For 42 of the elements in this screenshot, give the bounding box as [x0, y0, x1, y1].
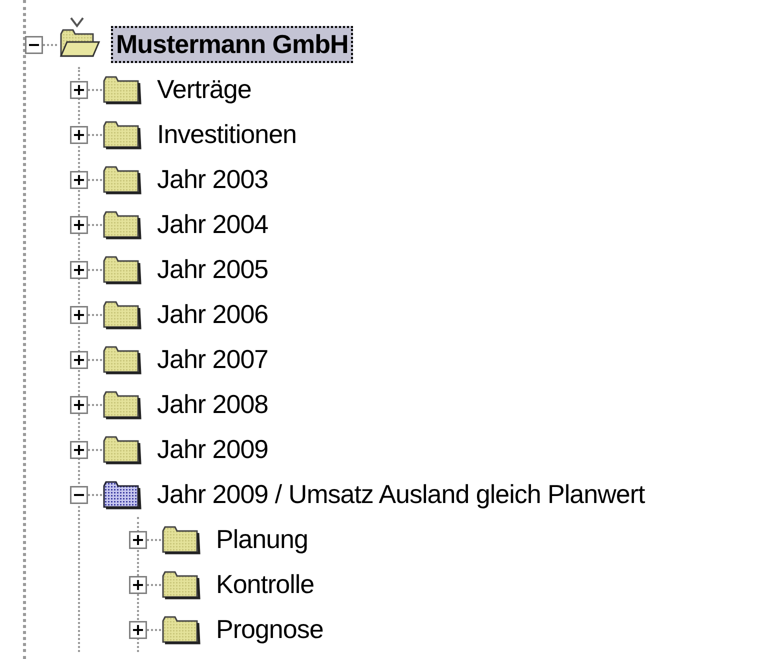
expand-icon[interactable] — [129, 530, 147, 548]
folder-icon — [102, 390, 142, 420]
open-folder-icon — [57, 16, 101, 60]
expand-icon[interactable] — [70, 396, 88, 414]
expand-icon[interactable] — [70, 306, 88, 324]
folder-icon — [161, 524, 201, 554]
tree-item[interactable]: Jahr 2007 — [152, 341, 274, 378]
tree-item[interactable]: Mustermann GmbH — [111, 26, 354, 63]
tree-item[interactable]: Jahr 2009 — [152, 431, 274, 468]
expand-icon[interactable] — [70, 80, 88, 98]
folder-icon — [102, 74, 142, 104]
expand-icon[interactable] — [129, 620, 147, 638]
folder-icon — [102, 210, 142, 240]
folder-icon — [102, 120, 142, 150]
tree-item[interactable]: Jahr 2003 — [152, 161, 274, 198]
expand-icon[interactable] — [70, 260, 88, 278]
folder-icon — [102, 434, 142, 464]
tree-item[interactable]: Verträge — [152, 71, 256, 108]
folder-icon — [102, 300, 142, 330]
folder-icon — [102, 254, 142, 284]
expand-icon[interactable] — [70, 440, 88, 458]
tree-item[interactable]: Prognose — [211, 611, 328, 648]
expand-icon[interactable] — [70, 170, 88, 188]
tree-item[interactable]: Jahr 2008 — [152, 386, 274, 423]
folder-icon — [102, 164, 142, 194]
tree-item[interactable]: Planung — [211, 521, 313, 558]
expand-icon[interactable] — [129, 576, 147, 594]
tree-item[interactable]: Jahr 2004 — [152, 206, 274, 243]
expand-icon[interactable] — [70, 216, 88, 234]
expand-icon[interactable] — [70, 126, 88, 144]
tree-item[interactable]: Jahr 2009 / Umsatz Ausland gleich Planwert — [152, 476, 650, 513]
tree-item[interactable]: Jahr 2006 — [152, 296, 274, 333]
folder-icon — [102, 480, 142, 510]
collapse-icon[interactable] — [25, 36, 43, 54]
folder-icon — [102, 344, 142, 374]
tree-item[interactable]: Kontrolle — [211, 566, 320, 603]
expand-icon[interactable] — [70, 350, 88, 368]
folder-icon — [161, 570, 201, 600]
tree-item[interactable]: Jahr 2005 — [152, 251, 274, 288]
tree-item[interactable]: Investitionen — [152, 116, 302, 153]
collapse-icon[interactable] — [70, 486, 88, 504]
folder-icon — [161, 614, 201, 644]
